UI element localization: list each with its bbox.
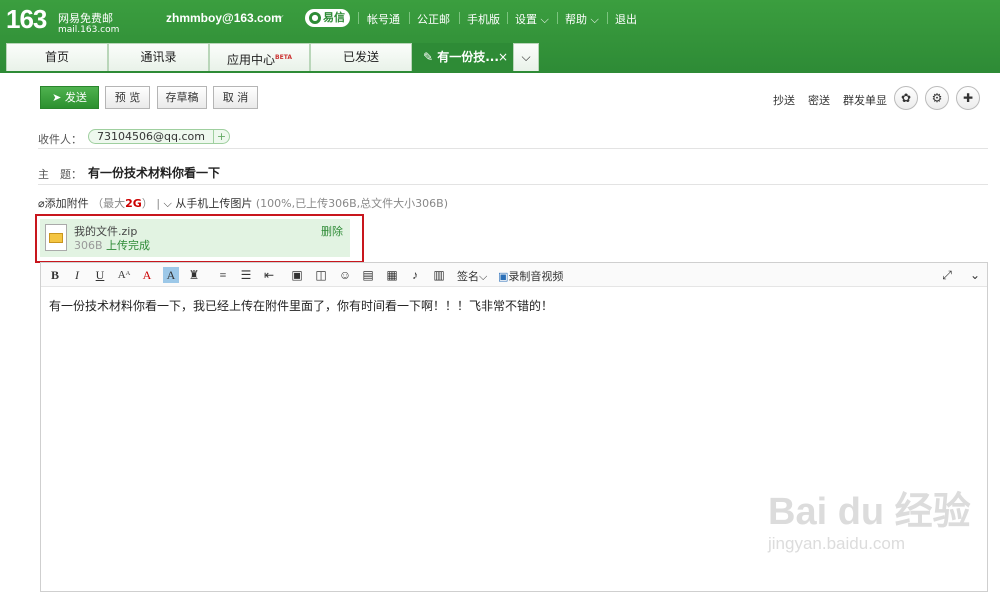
attachment-row: ⌀添加附件 （最大2G） | ⌵ 从手机上传图片 (100%,已上传306B,总…	[38, 195, 448, 211]
divider	[459, 12, 460, 24]
divider: |	[156, 197, 161, 210]
email-body[interactable]: 有一份技术材料你看一下，我已经上传在附件里面了，你有时间看一下啊！！！飞非常不错…	[49, 297, 553, 314]
emoji-icon[interactable]: ☺	[337, 267, 353, 283]
nav-help-link[interactable]: 帮助 ⌵	[565, 11, 599, 27]
send-button[interactable]: ➤ 发送	[40, 86, 99, 109]
cancel-button[interactable]: 取 消	[213, 86, 258, 109]
tab-app-center[interactable]: 应用中心BETA	[209, 43, 310, 71]
font-size-icon[interactable]: Aᴬ	[116, 267, 132, 283]
signature-label: 签名	[457, 270, 479, 283]
send-icon: ➤	[52, 91, 62, 104]
yixin-label: 易信	[323, 11, 345, 24]
subject-label: 主 题：	[38, 168, 82, 181]
divider	[607, 12, 608, 24]
beta-badge: BETA	[275, 54, 292, 61]
screenshot-icon[interactable]: ◫	[313, 267, 329, 283]
editor-toolbar: B I U Aᴬ A A ♜ ≡ ☰ ⇤ ▣ ◫ ☺ ▤ ▦ ♪ ▥ 签名⌵ ▣…	[41, 263, 987, 287]
add-attachment-link[interactable]: 添加附件	[45, 197, 89, 210]
record-video-label: 录制音视频	[508, 270, 564, 283]
indent-icon[interactable]: ⇤	[261, 267, 277, 283]
tab-underline	[0, 71, 1000, 73]
record-video-button[interactable]: ▣录制音视频	[498, 268, 563, 284]
gear-icon[interactable]: ⚙	[925, 86, 949, 110]
save-draft-button[interactable]: 存草稿	[157, 86, 207, 109]
add-recipient-icon[interactable]: +	[212, 130, 229, 143]
watermark-sub: jingyan.baidu.com	[768, 534, 906, 553]
template-icon[interactable]: ▤	[360, 267, 376, 283]
separate-send-link[interactable]: 群发单显	[843, 92, 887, 108]
calendar-icon[interactable]: ▦	[384, 267, 400, 283]
chevron-down-icon[interactable]: ⌵	[164, 197, 172, 210]
video-icon: ▣	[498, 270, 509, 283]
image-icon[interactable]: ▣	[289, 267, 305, 283]
divider	[409, 12, 410, 24]
bcc-link[interactable]: 密送	[808, 92, 830, 108]
tab-home[interactable]: 首页	[6, 43, 108, 71]
yixin-button[interactable]: ● 易信	[305, 9, 350, 27]
max-size: 2G	[125, 197, 142, 210]
nav-fair-mail-link[interactable]: 公正邮	[417, 11, 450, 27]
account-name[interactable]: zhmmboy@163.com	[166, 11, 282, 25]
tab-more-chevron-down-icon[interactable]: ⌵	[513, 43, 539, 71]
underline-icon[interactable]: U	[92, 267, 108, 283]
nav-mobile-link[interactable]: 手机版	[467, 11, 500, 27]
to-label: 收件人：	[38, 133, 82, 146]
nav-help-label: 帮助	[565, 13, 587, 26]
nav-settings-link[interactable]: 设置 ⌵	[515, 11, 549, 27]
microphone-icon[interactable]: ♪	[407, 267, 423, 283]
upload-info: (100%,已上传306B,总文件大小306B)	[255, 197, 448, 210]
tab-compose[interactable]: ✎ 有一份技... ×	[412, 43, 513, 71]
logo-text: 网易免费邮	[58, 12, 113, 25]
send-label: 发送	[64, 91, 87, 104]
format-brush-icon[interactable]: ♜	[186, 267, 202, 283]
max-size-prefix: （最大	[92, 197, 126, 210]
font-color-icon[interactable]: A	[139, 267, 155, 283]
align-icon[interactable]: ≡	[215, 267, 231, 283]
subject-input[interactable]: 有一份技术材料你看一下	[88, 164, 220, 181]
cc-link[interactable]: 抄送	[773, 92, 795, 108]
close-icon[interactable]: ×	[498, 44, 508, 71]
phone-upload-link[interactable]: 从手机上传图片	[175, 197, 252, 210]
background-color-icon[interactable]: A	[163, 267, 179, 283]
watermark-main: Bai du 经验	[768, 491, 971, 533]
divider	[38, 148, 988, 149]
expand-icon[interactable]: ⤢	[939, 267, 955, 283]
divider	[507, 12, 508, 24]
add-contact-icon[interactable]: ✚	[956, 86, 980, 110]
stationery-icon[interactable]: ✿	[894, 86, 918, 110]
recipient-address: 73104506@qq.com	[97, 130, 205, 143]
top-bar: 163 网易免费邮 mail.163.com zhmmboy@163.com ⌵…	[0, 0, 1000, 72]
tab-app-center-label: 应用中心	[227, 53, 276, 67]
nav-logout-link[interactable]: 退出	[615, 11, 637, 27]
collapse-toolbar-icon[interactable]: ⌄	[967, 267, 983, 283]
edit-icon: ✎	[423, 50, 434, 64]
divider	[358, 12, 359, 24]
signature-dropdown[interactable]: 签名⌵	[457, 268, 487, 284]
divider	[557, 12, 558, 24]
paperclip-icon: ⌀	[38, 197, 45, 210]
list-icon[interactable]: ☰	[238, 267, 254, 283]
max-size-suffix: ）	[141, 197, 153, 210]
logo-url: mail.163.com	[58, 25, 120, 35]
nav-settings-label: 设置	[515, 13, 537, 26]
tab-contacts[interactable]: 通讯录	[108, 43, 209, 71]
logo-number: 163	[6, 4, 47, 34]
bold-icon[interactable]: B	[47, 267, 63, 283]
yixin-icon: ●	[309, 12, 321, 24]
tab-compose-label: 有一份技...	[437, 50, 499, 64]
table-icon[interactable]: ▥	[431, 267, 447, 283]
tab-sent[interactable]: 已发送	[310, 43, 412, 71]
nav-account-link[interactable]: 帐号通	[367, 11, 400, 27]
divider	[38, 184, 988, 185]
italic-icon[interactable]: I	[69, 267, 85, 283]
recipient-chip[interactable]: 73104506@qq.com +	[88, 129, 230, 144]
chevron-down-icon[interactable]: ⌵	[276, 11, 284, 22]
highlight-box	[35, 214, 364, 263]
preview-button[interactable]: 预 览	[105, 86, 150, 109]
